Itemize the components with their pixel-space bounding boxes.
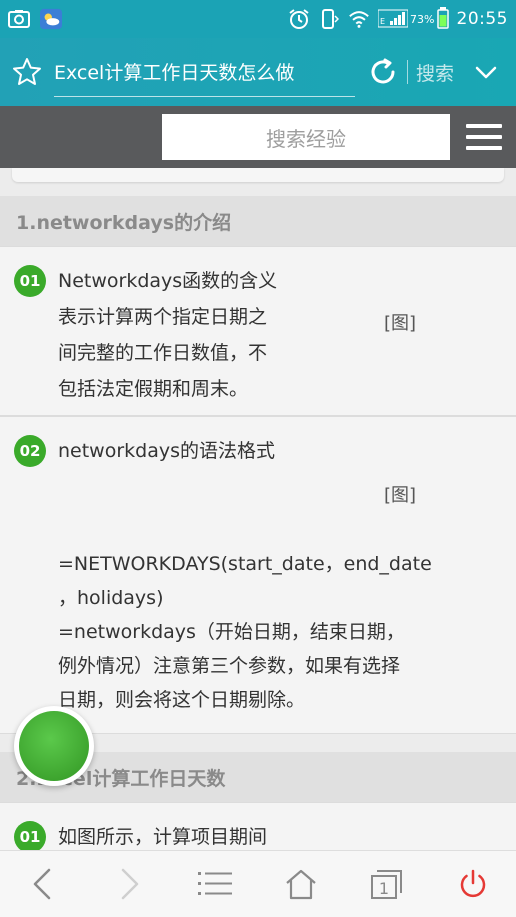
chevron-down-icon[interactable]: [474, 60, 498, 84]
floating-action-button[interactable]: [14, 706, 94, 786]
status-bar: E 73% 20:55: [0, 0, 516, 38]
alarm-icon: [288, 8, 310, 30]
app-header: Excel计算工作日天数怎么做 搜索: [0, 38, 516, 106]
step-number-badge: 01: [14, 821, 46, 850]
url-field[interactable]: Excel计算工作日天数怎么做: [54, 47, 355, 97]
step-line: 表示计算两个指定日期之: [58, 306, 268, 328]
step-text: networkdays的语法格式: [58, 433, 275, 469]
step-line: =NETWORKDAYS(start_date，end_date: [58, 553, 432, 575]
step-line: 例外情况）注意第三个参数，如果有选择: [58, 655, 401, 677]
forward-icon[interactable]: [105, 860, 153, 908]
step-formula-text: =NETWORKDAYS(start_date，end_date ，holida…: [58, 547, 432, 717]
menu-icon[interactable]: [191, 860, 239, 908]
phone-vibrate-icon: [318, 8, 340, 30]
step-line: ，holidays): [58, 587, 164, 609]
header-divider: [406, 60, 408, 84]
step-text: Networkdays函数的含义 表示计算两个指定日期之 间完整的工作日数值，不…: [58, 263, 277, 407]
search-input[interactable]: 搜索经验: [162, 114, 450, 160]
refresh-icon[interactable]: [367, 56, 399, 88]
step-number-badge: 01: [14, 265, 46, 297]
image-placeholder[interactable]: [图]: [384, 309, 416, 335]
page-title: Excel计算工作日天数怎么做: [54, 62, 295, 84]
search-button[interactable]: 搜索: [416, 59, 454, 86]
site-search-bar: 搜索经验: [0, 106, 516, 168]
step-line: 如图所示，计算项目期间: [58, 826, 268, 848]
star-icon[interactable]: [12, 57, 42, 87]
step-line: Networkdays函数的含义: [58, 270, 278, 292]
step-line: networkdays的语法格式: [58, 440, 276, 462]
svg-text:E: E: [380, 17, 385, 26]
step-item: 01 Networkdays函数的含义 表示计算两个指定日期之 间完整的工作日数…: [0, 246, 516, 416]
screen: E 73% 20:55 Excel计算工作日天数怎么做 搜索 搜索经验 1.ne…: [0, 0, 516, 917]
hamburger-menu-icon[interactable]: [466, 124, 502, 150]
step-line: =networkdays（开始日期，结束日期，: [58, 621, 405, 643]
fab-icon: [19, 711, 89, 781]
step-item: 02 networkdays的语法格式 [图] =NETWORKDAYS(sta…: [0, 416, 516, 734]
screenshot-icon: [8, 8, 30, 30]
battery-icon: [436, 6, 449, 32]
weather-icon: [40, 8, 62, 30]
clock-time: 20:55: [456, 9, 508, 29]
step-item: 01 如图所示，计算项目期间: [0, 802, 516, 850]
power-icon[interactable]: [449, 860, 497, 908]
signal-icon: E: [377, 8, 409, 31]
battery-percent: 73%: [410, 12, 435, 26]
step-line: 包括法定假期和周末。: [58, 378, 249, 400]
step-number-badge: 02: [14, 435, 46, 467]
home-icon[interactable]: [277, 860, 325, 908]
bottom-nav: 1: [0, 850, 516, 917]
image-placeholder[interactable]: [图]: [384, 481, 416, 507]
tabs-icon[interactable]: 1: [363, 860, 411, 908]
wifi-icon: [348, 8, 370, 30]
tab-count: 1: [379, 879, 389, 898]
back-icon[interactable]: [19, 860, 67, 908]
card-edge: [12, 168, 504, 182]
step-line: 间完整的工作日数值，不: [58, 342, 268, 364]
section-heading: 1.networkdays的介绍: [0, 196, 516, 246]
step-line: 日期，则会将这个日期剔除。: [58, 689, 306, 711]
step-text: 如图所示，计算项目期间: [58, 819, 267, 850]
